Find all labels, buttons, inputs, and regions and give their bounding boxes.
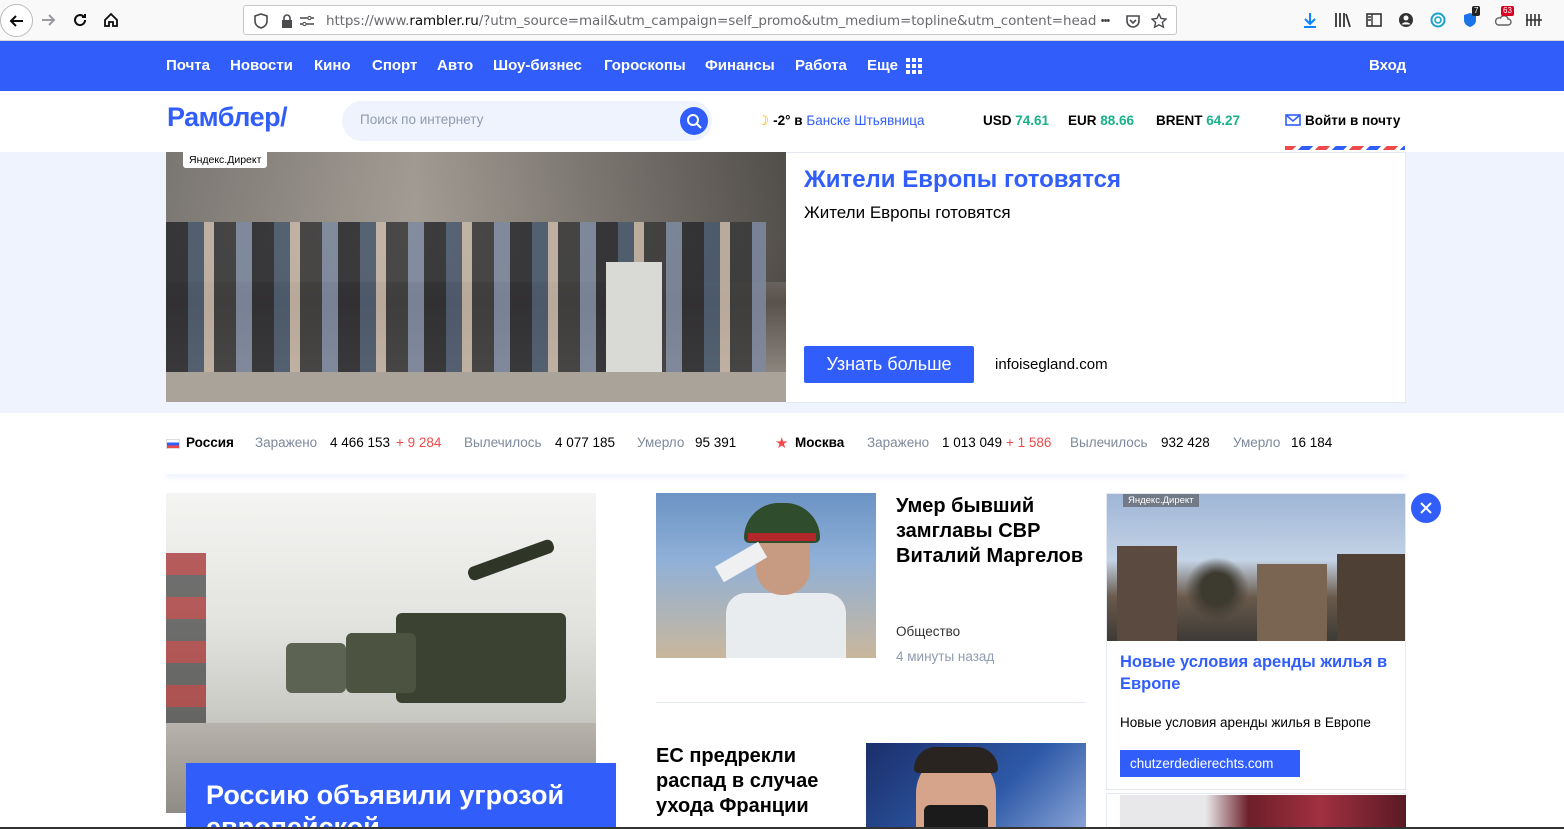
airmail-stripe [1285,146,1405,150]
forward-arrow-icon[interactable] [33,5,63,35]
nav-item-work[interactable]: Работа [795,57,847,74]
news-divider [656,702,1086,703]
covid-infected-delta: + 1 586 [1006,435,1052,450]
news-item-title[interactable]: Умер бывший замглавы СВР Виталий Маргело… [896,494,1096,569]
nav-item-finance[interactable]: Финансы [705,57,775,74]
side-ad-title[interactable]: Новые условия аренды жилья в Европе [1120,651,1400,695]
weather-temp: -2° в [773,113,803,128]
sidebar-icon[interactable] [1364,10,1384,30]
site-header: Рамблер/ ☽-2° в Банске Штьявница USD 74.… [0,91,1564,152]
library-icon[interactable] [1333,10,1353,30]
top-navigation: Почта Новости Кино Спорт Авто Шоу-бизнес… [0,41,1564,91]
search-input[interactable] [360,112,660,127]
nav-item-pochta[interactable]: Почта [166,57,210,74]
address-bar[interactable]: https://www.rambler.ru/?utm_source=mail&… [243,5,1177,35]
covid-died-label: Умерло [637,435,685,450]
browser-toolbar: https://www.rambler.ru/?utm_source=mail&… [0,0,1564,41]
lock-icon[interactable] [278,12,296,30]
close-icon[interactable] [1411,493,1441,523]
url-text[interactable]: https://www.rambler.ru/?utm_source=mail&… [326,13,1096,29]
brent-rate[interactable]: BRENT 64.27 [1156,113,1240,128]
nav-item-sport[interactable]: Спорт [372,57,417,74]
apps-grid-icon[interactable] [906,58,922,74]
ad-banner-image[interactable] [166,152,786,402]
covid-died-value: 95 391 [695,435,737,450]
ad-banner-subtitle: Жители Европы готовятся [804,203,1011,222]
extension-weather-icon[interactable]: 63 [1493,6,1514,30]
extension-badge: 7 [1472,6,1481,16]
moon-icon: ☽ [757,113,770,128]
account-icon[interactable] [1396,10,1416,30]
news-item-title[interactable]: ЕС предрекли распад в случае ухода Франц… [656,744,856,819]
ad-domain[interactable]: infoisegland.com [995,356,1108,373]
extension-shield-icon[interactable]: 7 [1460,6,1481,30]
covid-infected-label: Заражено [867,435,930,450]
covid-recovered-value: 932 428 [1161,435,1210,450]
back-arrow-icon[interactable] [0,4,33,37]
mail-login-link[interactable]: Войти в почту [1285,113,1400,128]
home-icon[interactable] [96,5,126,35]
ad-learn-more-button[interactable]: Узнать больше [804,346,974,383]
pocket-icon[interactable] [1124,12,1142,30]
covid-recovered-value: 4 077 185 [555,435,616,450]
side-ad-subtitle: Новые условия аренды жилья в Европе [1120,715,1371,730]
search-icon [687,114,702,129]
covid-infected-label: Заражено [255,435,318,450]
covid-died-value: 16 184 [1291,435,1333,450]
ad-banner-title[interactable]: Жители Европы готовятся [804,166,1121,194]
extension-badge-red: 63 [1501,6,1514,16]
covid-infected-value: 4 466 153 [330,435,391,450]
covid-infected-value: 1 013 049 [942,435,1003,450]
extension-ring-icon[interactable] [1428,10,1448,30]
rambler-logo[interactable]: Рамблер/ [167,102,288,133]
nav-item-horoscopes[interactable]: Гороскопы [604,57,686,74]
covid-recovered-label: Вылечилось [464,435,542,450]
search-box [342,101,712,141]
nav-item-novosti[interactable]: Новости [230,57,293,74]
news-item-image[interactable] [866,743,1086,829]
nav-item-more[interactable]: Еще [867,57,898,74]
side-ad-button[interactable]: chutzerdedierechts.com [1120,750,1300,777]
news-item-time: 4 минуты назад [896,649,995,664]
download-icon[interactable] [1300,10,1320,30]
bookmark-star-icon[interactable] [1150,12,1168,30]
covid-recovered-label: Вылечилось [1070,435,1148,450]
covid-died-label: Умерло [1233,435,1281,450]
login-link[interactable]: Вход [1369,57,1406,74]
side-ad-label: Яндекс.Директ [1123,494,1199,507]
covid-region-moscow[interactable]: Москва [795,435,844,450]
envelope-icon [1285,114,1301,126]
permissions-icon[interactable] [298,12,316,30]
overflow-menu-icon[interactable] [1524,10,1544,30]
eur-rate[interactable]: EUR 88.66 [1068,113,1134,128]
news-item-image[interactable] [656,493,876,658]
nav-item-kino[interactable]: Кино [314,57,351,74]
search-button[interactable] [680,107,708,135]
weather-city[interactable]: Банске Штьявница [806,113,924,128]
covid-divider [166,470,1406,474]
shield-icon[interactable] [252,12,270,30]
side-ad-image-2[interactable] [1120,795,1406,829]
news-item-category[interactable]: Общество [896,624,960,639]
reload-icon[interactable] [65,5,95,35]
main-news-title[interactable]: Россию объявили угрозой европейской [186,763,616,829]
nav-item-show-business[interactable]: Шоу-бизнес [493,57,582,74]
page-actions-icon[interactable]: ••• [1096,12,1114,30]
covid-infected-delta: + 9 284 [396,435,442,450]
weather-widget[interactable]: ☽ -2° в Банске Штьявница [757,113,925,129]
nav-item-avto[interactable]: Авто [437,57,473,74]
covid-region-russia[interactable]: Россия [186,435,234,450]
covid-stats: Россия Заражено 4 466 153 + 9 284 Вылечи… [166,435,1406,455]
ad-label: Яндекс.Директ [183,152,268,168]
usd-rate[interactable]: USD 74.61 [983,113,1049,128]
side-ad-image[interactable] [1107,494,1405,641]
